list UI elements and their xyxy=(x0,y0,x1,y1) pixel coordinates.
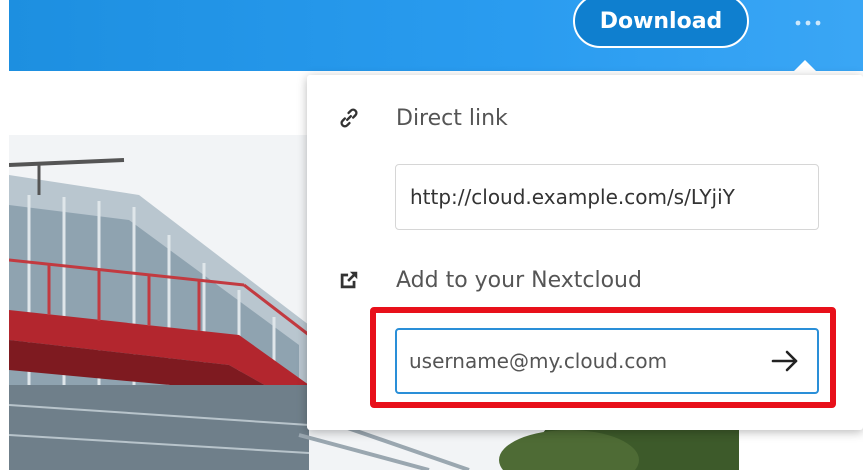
direct-link-label: Direct link xyxy=(396,105,508,131)
download-button[interactable]: Download xyxy=(573,0,749,48)
submit-remote-share-button[interactable] xyxy=(765,341,805,381)
ellipsis-icon xyxy=(795,20,821,26)
remote-share-form xyxy=(395,328,819,394)
menu-item-direct-link: Direct link xyxy=(307,98,863,138)
more-actions-button[interactable] xyxy=(783,8,833,38)
link-icon xyxy=(337,106,361,130)
remote-cloud-id-input[interactable] xyxy=(395,328,819,394)
share-menu-popover: Direct link Add to your Nextcloud xyxy=(307,75,863,430)
external-link-icon xyxy=(337,268,361,292)
direct-link-field[interactable] xyxy=(395,164,819,230)
menu-item-add-to-nextcloud: Add to your Nextcloud xyxy=(307,260,863,300)
add-to-nextcloud-label: Add to your Nextcloud xyxy=(396,267,642,293)
popover-arrow xyxy=(789,60,821,76)
page: Download Direct link http://cloud.exampl… xyxy=(0,0,863,470)
arrow-right-icon xyxy=(771,350,798,372)
